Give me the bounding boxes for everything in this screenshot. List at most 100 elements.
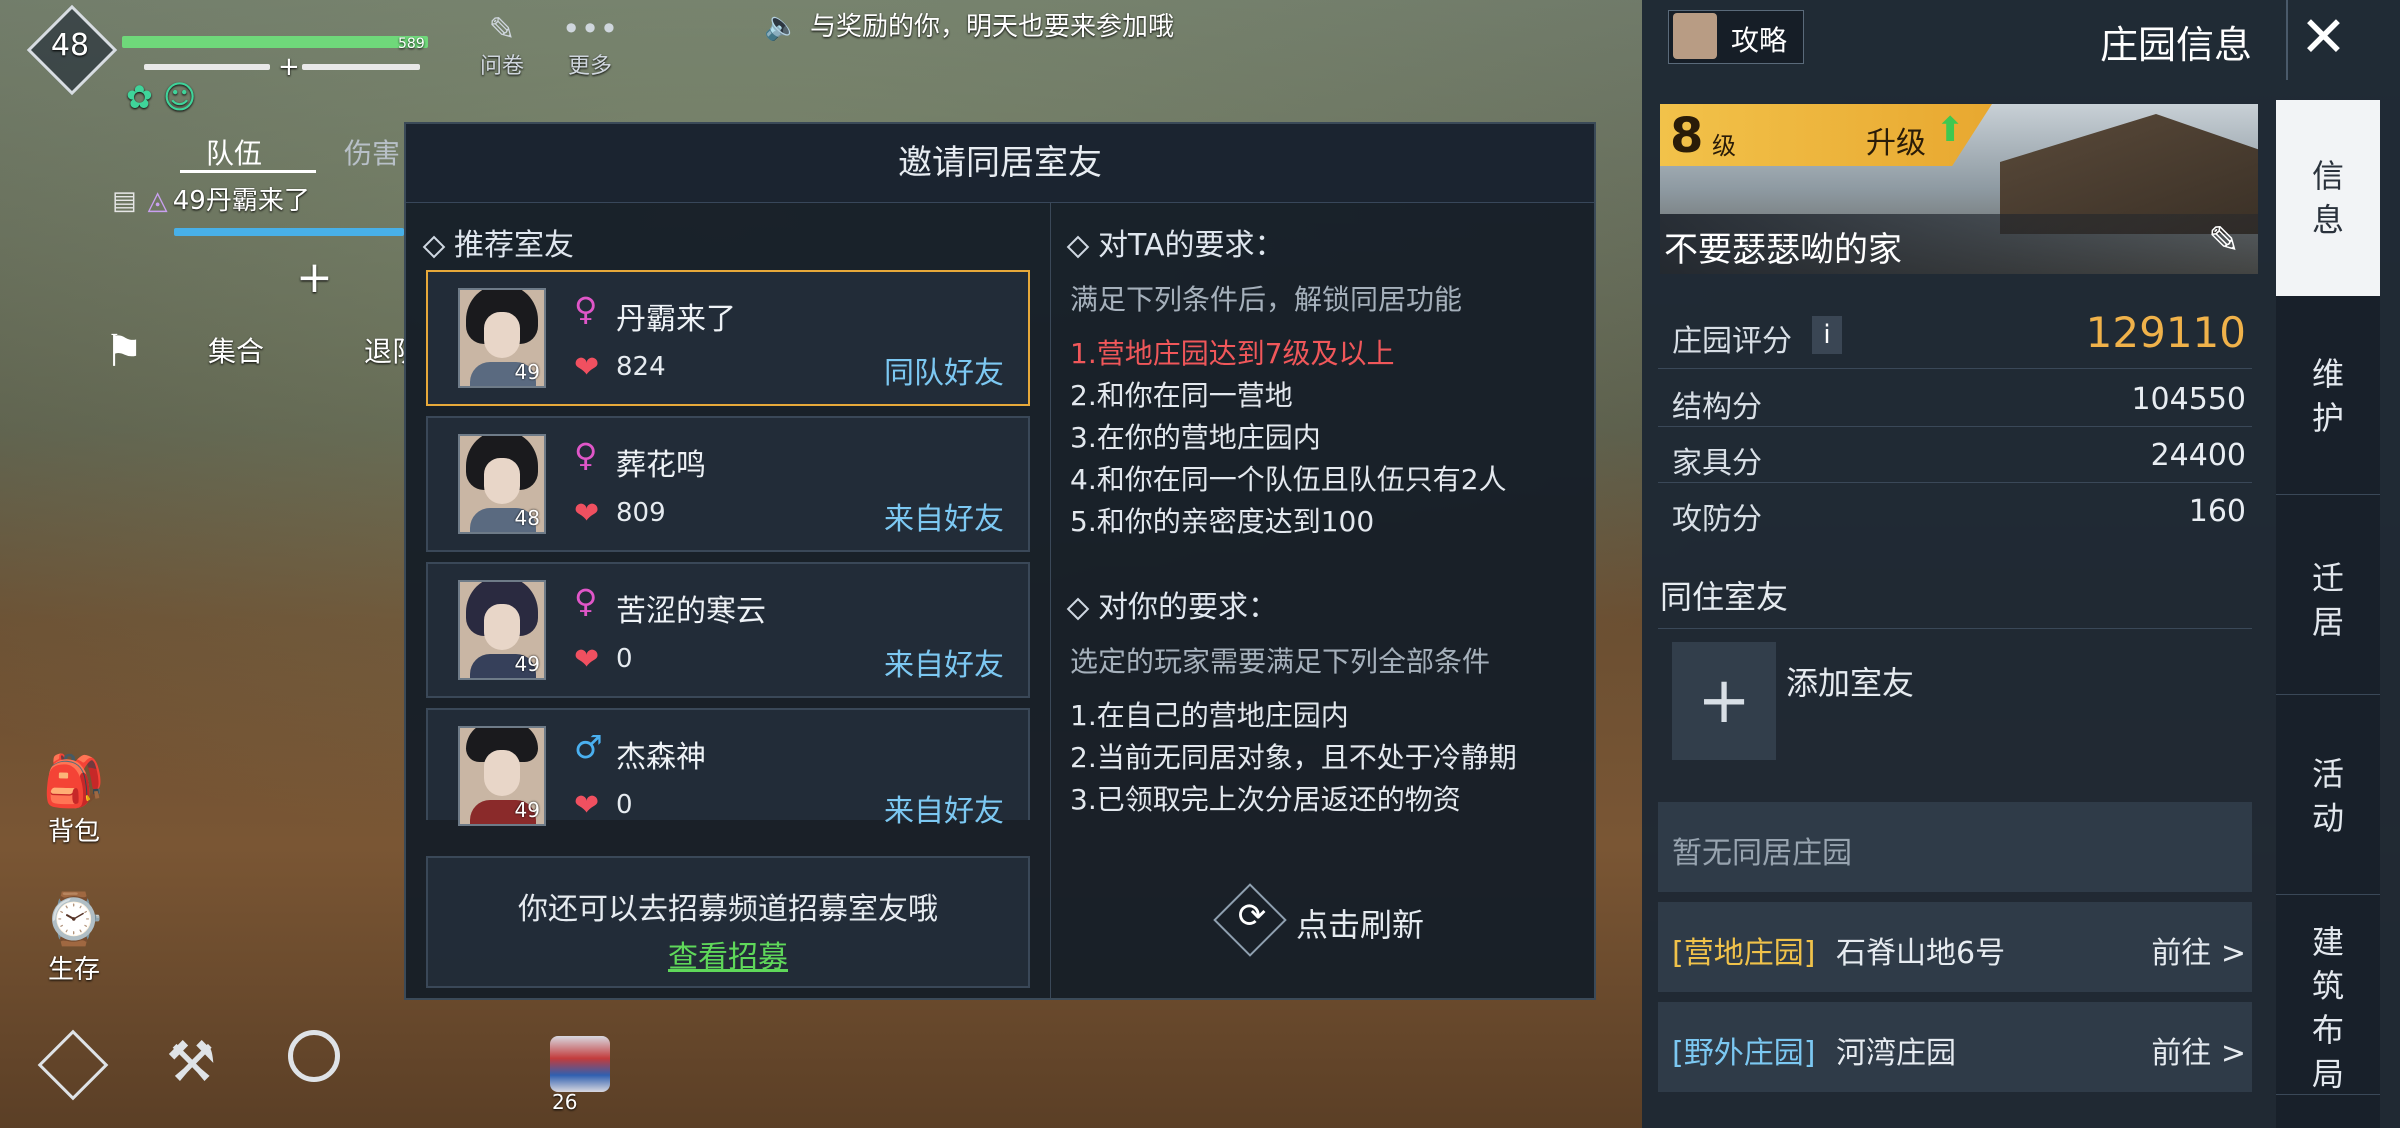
player-level: 48 [50, 28, 90, 63]
survival-button[interactable]: ⌚ 生存 [42, 890, 106, 986]
req-ta-item: 1.营地庄园达到7级及以上 [1070, 337, 1395, 370]
add-member-icon[interactable]: + [296, 252, 333, 303]
tab-building-layout[interactable]: 建筑布局 [2306, 920, 2350, 1096]
backpack-button[interactable]: 🎒 背包 [42, 752, 106, 848]
intimacy-value: 0 [616, 644, 633, 674]
announcement-text: 与奖励的你，明天也要来参加哦 [809, 12, 1174, 42]
upgrade-arrow-icon: ⬆ [1936, 110, 1965, 150]
friend-source: 来自好友 [884, 648, 1004, 683]
tab-relocate[interactable]: 迁居 [2306, 556, 2350, 644]
female-icon: ♀ [574, 436, 598, 474]
tab-info[interactable]: 信息 [2306, 154, 2350, 242]
speaker-icon: 🔈 [764, 9, 799, 42]
tab-underline [180, 170, 316, 173]
level-badge[interactable]: 48 [26, 4, 118, 96]
heart-icon: ❤ [574, 788, 600, 823]
buff-icons: ✿ ☺ [126, 78, 197, 116]
friend-source: 同队好友 [884, 356, 1004, 391]
team-member[interactable]: ▤ ◬ 49丹霸来了 [112, 180, 412, 224]
stat-label: 结构分 [1672, 390, 1762, 425]
plus-icon: + [278, 52, 300, 82]
title-divider [2286, 0, 2288, 80]
roommates-title: 同住室友 [1660, 578, 1789, 616]
stat-value: 24400 [2150, 438, 2246, 473]
stat-label: 家具分 [1672, 446, 1762, 481]
friend-card[interactable]: 49 ♂ 杰森神 ❤ 0 来自好友 [426, 708, 1030, 829]
vertical-divider [1050, 202, 1051, 998]
guide-avatar [1673, 13, 1717, 59]
friend-card[interactable]: 48 ♀ 葬花鸣 ❤ 809 来自好友 [426, 416, 1030, 552]
tab-activity[interactable]: 活动 [2306, 752, 2350, 840]
class-icon: ◬ [147, 186, 168, 216]
friend-name: 苦涩的寒云 [616, 594, 766, 629]
gather-button[interactable]: 集合 [208, 330, 264, 370]
guide-button[interactable]: 攻略 [1668, 10, 1804, 64]
estate-level: 8 [1670, 108, 1704, 164]
req-you-item: 2.当前无同居对象，且不处于冷静期 [1070, 741, 1517, 774]
survey-button[interactable]: ✎ 问卷 [474, 10, 530, 80]
intimacy-value: 0 [616, 790, 633, 820]
more-icon: ••• [561, 10, 619, 48]
heart-icon: ❤ [574, 350, 600, 385]
tab-team[interactable]: 队伍 [206, 132, 262, 172]
req-ta-subtitle: 满足下列条件后，解锁同居功能 [1070, 283, 1463, 316]
req-you-item: 1.在自己的营地庄园内 [1070, 699, 1349, 732]
view-recruit-link[interactable]: 查看招募 [428, 932, 1028, 976]
score-value: 129110 [2085, 308, 2246, 357]
req-you-item: 3.已领取完上次分居返还的物资 [1070, 783, 1461, 816]
recruit-box: 你还可以去招募频道招募室友哦 查看招募 [426, 856, 1030, 988]
hammer-icon[interactable]: ⚒ [166, 1030, 216, 1095]
friend-name: 杰森神 [616, 740, 706, 775]
estate-name: 不要瑟瑟呦的家 [1664, 230, 1902, 270]
avatar: 49 [458, 580, 546, 680]
stamina-bar [144, 64, 270, 70]
req-ta-item: 4.和你在同一个队伍且队伍只有2人 [1070, 463, 1507, 496]
add-roommate-button[interactable]: + [1672, 642, 1776, 760]
male-icon: ♂ [574, 728, 603, 766]
tab-damage[interactable]: 伤害 [344, 132, 400, 172]
backpack-icon: 🎒 [42, 752, 106, 810]
friend-name: 丹霸来了 [616, 302, 736, 337]
stat-value: 160 [2188, 494, 2246, 529]
flag-icon[interactable]: ⚑ [104, 326, 143, 377]
score-label: 庄园评分 [1672, 324, 1792, 359]
diamond-icon [1066, 597, 1090, 620]
close-icon[interactable]: ✕ [2300, 10, 2347, 66]
friend-source: 来自好友 [884, 794, 1004, 829]
avatar: 49 [458, 726, 546, 826]
req-ta-item: 3.在你的营地庄园内 [1070, 421, 1321, 454]
refresh-button[interactable]: ⟳ 点击刷新 [1213, 883, 1464, 957]
estate-row-wild[interactable]: [野外庄园] 河湾庄园 前往 > [1658, 1002, 2252, 1092]
stat-label: 攻防分 [1672, 502, 1762, 537]
friend-card[interactable]: 49 ♀ 丹霸来了 ❤ 824 同队好友 [426, 270, 1030, 406]
stat-value: 104550 [2131, 382, 2246, 417]
heart-icon: ❤ [574, 642, 600, 677]
req-ta-item: 5.和你的亲密度达到100 [1070, 505, 1375, 538]
go-button[interactable]: 前往 > [2151, 928, 2246, 972]
survey-icon: ✎ [488, 10, 516, 48]
estate-row-camp[interactable]: [营地庄园] 石脊山地6号 前往 > [1658, 902, 2252, 992]
req-you-subtitle: 选定的玩家需要满足下列全部条件 [1070, 645, 1491, 678]
intimacy-value: 824 [616, 352, 666, 382]
tab-maintain[interactable]: 维护 [2306, 352, 2350, 440]
upgrade-button[interactable]: 升级 [1866, 118, 1926, 162]
recruit-text: 你还可以去招募频道招募室友哦 [518, 892, 938, 927]
hp-bar [122, 36, 428, 48]
canned-food-icon [550, 1036, 610, 1092]
invite-roommate-dialog: 邀请同居室友 推荐室友 49 ♀ 丹霸来了 ❤ 824 同队好友 48 ♀ 葬花… [404, 122, 1596, 1000]
diamond-icon [1066, 235, 1090, 258]
watch-icon: ⌚ [42, 890, 106, 948]
friend-card[interactable]: 49 ♀ 苦涩的寒云 ❤ 0 来自好友 [426, 562, 1030, 698]
avatar: 49 [458, 288, 546, 388]
info-icon[interactable]: i [1812, 316, 1842, 354]
estate-banner: 8 级 升级 ⬆ 不要瑟瑟呦的家 ✎ [1660, 104, 2258, 274]
quick-item-slot[interactable]: 26 [550, 1036, 614, 1114]
leave-team-button[interactable]: 退队 [364, 330, 404, 370]
doc-icon: ▤ [112, 186, 137, 216]
avatar: 48 [458, 434, 546, 534]
steering-wheel-icon[interactable] [288, 1030, 340, 1082]
female-icon: ♀ [574, 290, 598, 328]
go-button[interactable]: 前往 > [2151, 1028, 2246, 1072]
more-button[interactable]: ••• 更多 [560, 10, 620, 80]
edit-icon[interactable]: ✎ [2208, 218, 2240, 262]
